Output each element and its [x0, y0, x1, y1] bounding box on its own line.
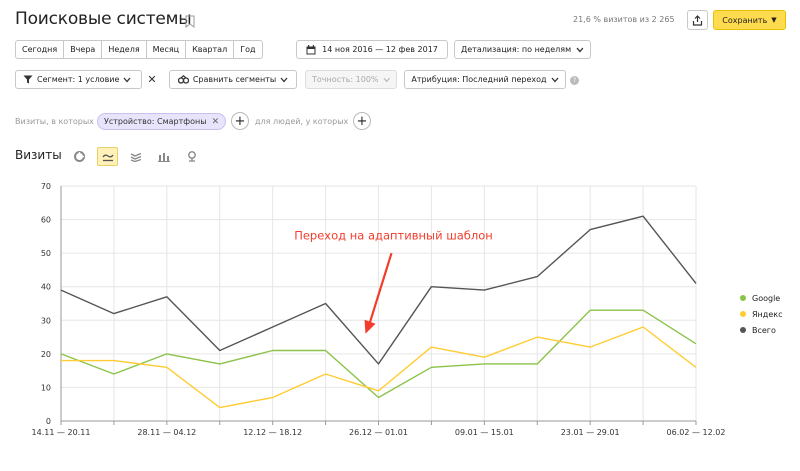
chart-type-map[interactable]	[181, 147, 202, 166]
annotation-arrow-shaft	[368, 252, 393, 325]
y-tick-label-20: 20	[41, 350, 51, 359]
y-tick-label-60: 60	[41, 216, 51, 225]
filter-icon	[23, 75, 33, 84]
legend-item-google[interactable]: Google	[740, 290, 782, 306]
period-today[interactable]: Сегодня	[16, 41, 65, 58]
period-yesterday[interactable]: Вчера	[64, 41, 103, 58]
attribution-label: Атрибуция: Последний переход	[411, 75, 547, 84]
segment-label: Сегмент: 1 условие	[37, 75, 120, 84]
save-button[interactable]: Сохранить ▼	[713, 10, 786, 30]
chart-type-pie[interactable]	[69, 147, 90, 166]
plus-icon: +	[234, 113, 246, 129]
period-selector: Сегодня Вчера Неделя Месяц Квартал Год	[15, 40, 263, 59]
legend-label-total: Всего	[752, 325, 776, 335]
chevron-down-icon: ▼	[771, 16, 777, 24]
x-tick-label-12: 06.02 — 12.02	[667, 428, 726, 437]
chevron-down-icon	[382, 77, 390, 82]
compare-segments-dropdown[interactable]: Сравнить сегменты	[169, 70, 297, 89]
x-tick-label-0: 14.11 — 20.11	[32, 428, 91, 437]
map-pin-icon	[187, 151, 196, 162]
help-icon[interactable]: ?	[570, 76, 579, 85]
accuracy-dropdown[interactable]: Точность: 100%	[305, 70, 397, 89]
legend-item-total[interactable]: Всего	[740, 322, 782, 338]
segment-dropdown[interactable]: Сегмент: 1 условие	[15, 70, 142, 89]
visits-filter-prefix: Визиты, в которых	[15, 117, 94, 126]
date-range-label: 14 ноя 2016 — 12 фев 2017	[322, 45, 438, 54]
legend-dot-yandex	[740, 311, 746, 317]
x-tick-label-10: 23.01 — 29.01	[561, 428, 620, 437]
chart-title: Визиты	[15, 148, 62, 162]
legend-label-yandex: Яндекс	[752, 309, 783, 319]
x-tick-label-6: 26.12 — 01.01	[349, 428, 408, 437]
legend-dot-total	[740, 327, 746, 333]
attribution-dropdown[interactable]: Атрибуция: Последний переход	[404, 70, 566, 89]
calendar-icon	[306, 44, 316, 54]
page-title: Поисковые системы	[15, 9, 192, 29]
period-month[interactable]: Месяц	[147, 41, 187, 58]
annotation-arrow-head	[364, 319, 376, 334]
add-visit-filter-button[interactable]: +	[231, 112, 249, 130]
save-label: Сохранить	[722, 15, 768, 25]
chart-type-bar[interactable]	[153, 147, 174, 166]
add-people-filter-button[interactable]: +	[353, 112, 371, 130]
period-week[interactable]: Неделя	[102, 41, 147, 58]
device-filter-label: Устройство: Смартфоны	[104, 117, 207, 126]
chart-legend: Google Яндекс Всего	[740, 290, 782, 338]
bar-chart-icon	[157, 152, 170, 162]
y-tick-label-10: 10	[41, 383, 51, 392]
chevron-down-icon	[576, 47, 584, 52]
y-tick-label-50: 50	[41, 249, 51, 258]
bookmark-icon[interactable]	[185, 15, 195, 28]
chevron-down-icon	[280, 77, 288, 82]
y-tick-label-0: 0	[46, 417, 51, 426]
compare-label: Сравнить сегменты	[192, 75, 277, 84]
x-tick-label-2: 28.11 — 04.12	[137, 428, 196, 437]
chart-type-area[interactable]	[125, 147, 146, 166]
legend-dot-google	[740, 295, 746, 301]
chevron-down-icon	[551, 77, 559, 82]
x-tick-label-4: 12.12 — 18.12	[243, 428, 302, 437]
device-filter-chip[interactable]: Устройство: Смартфоны ✕	[97, 113, 227, 130]
x-tick-label-8: 09.01 — 15.01	[455, 428, 514, 437]
area-chart-icon	[130, 152, 141, 162]
line-chart-icon	[101, 154, 114, 161]
accuracy-label: Точность: 100%	[312, 75, 379, 84]
compare-icon	[177, 75, 189, 84]
y-tick-label-70: 70	[41, 182, 51, 191]
y-tick-label-30: 30	[41, 316, 51, 325]
detail-dropdown[interactable]: Детализация: по неделям	[454, 40, 591, 59]
share-icon	[692, 14, 703, 26]
plus-icon: +	[356, 113, 368, 129]
chevron-down-icon	[123, 77, 131, 82]
legend-item-yandex[interactable]: Яндекс	[740, 306, 782, 322]
visits-chart: 0 10 20 30 40 50 60 70 14.11 — 20.11 28.11 — 04.1…	[32, 182, 726, 437]
period-year[interactable]: Год	[234, 41, 261, 58]
visits-summary: 21,6 % визитов из 2 265	[573, 15, 675, 24]
pie-chart-icon	[74, 151, 85, 162]
date-range-button[interactable]: 14 ноя 2016 — 12 фев 2017	[296, 40, 448, 59]
close-icon[interactable]: ✕	[143, 70, 161, 89]
remove-filter-icon[interactable]: ✕	[212, 117, 220, 127]
people-filter-prefix: для людей, у которых	[255, 117, 349, 126]
share-button[interactable]	[687, 10, 708, 30]
legend-label-google: Google	[752, 293, 781, 303]
y-tick-label-40: 40	[41, 283, 51, 292]
chart-type-line[interactable]	[97, 147, 118, 166]
annotation-text: Переход на адаптивный шаблон	[294, 229, 493, 243]
detail-label: Детализация: по неделям	[461, 45, 572, 54]
period-quarter[interactable]: Квартал	[186, 41, 235, 58]
